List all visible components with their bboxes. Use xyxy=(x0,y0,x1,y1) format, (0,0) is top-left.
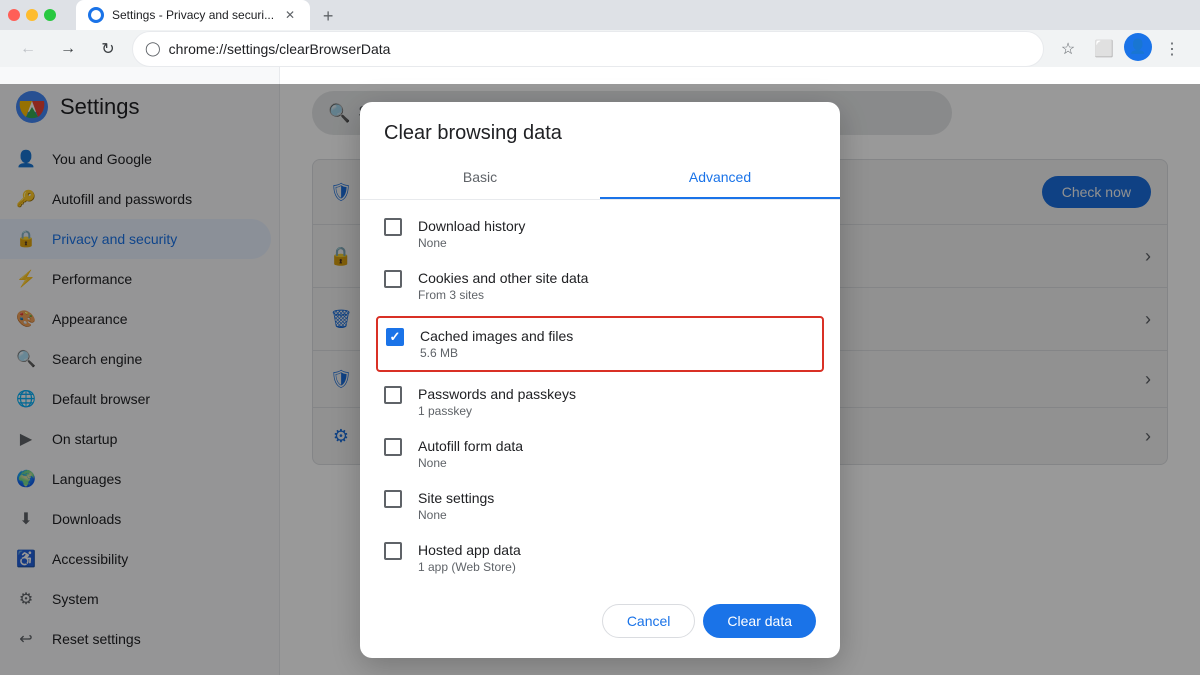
checkbox-row-cookies[interactable]: Cookies and other site data From 3 sites xyxy=(360,260,840,312)
checkbox-desc-site-settings: None xyxy=(418,508,816,522)
tab-close-button[interactable]: ✕ xyxy=(282,7,298,23)
checkbox-row-passwords[interactable]: Passwords and passkeys 1 passkey xyxy=(360,376,840,428)
forward-button[interactable]: → xyxy=(52,33,84,65)
tab-basic[interactable]: Basic xyxy=(360,157,600,199)
checkbox-row-autofill-form[interactable]: Autofill form data None xyxy=(360,428,840,480)
menu-button[interactable]: ⋮ xyxy=(1156,33,1188,65)
checkbox-label-hosted-app: Hosted app data 1 app (Web Store) xyxy=(418,542,816,574)
checkbox-desc-cached-images: 5.6 MB xyxy=(420,346,814,360)
dialog-title: Clear browsing data xyxy=(360,102,840,157)
checkbox-label-cached-images: Cached images and files 5.6 MB xyxy=(420,328,814,360)
active-tab[interactable]: Settings - Privacy and securi... ✕ xyxy=(76,0,310,30)
extensions-button[interactable]: ⬜ xyxy=(1088,33,1120,65)
clear-data-button[interactable]: Clear data xyxy=(703,604,816,638)
modal-overlay[interactable]: Clear browsing data Basic Advanced Downl… xyxy=(0,84,1200,675)
checkbox-label-cookies: Cookies and other site data From 3 sites xyxy=(418,270,816,302)
back-button[interactable]: ← xyxy=(12,33,44,65)
dialog-footer: Cancel Clear data xyxy=(360,592,840,658)
checkbox-label-passwords: Passwords and passkeys 1 passkey xyxy=(418,386,816,418)
checkbox-download-history[interactable] xyxy=(384,218,402,236)
checkbox-label-site-settings: Site settings None xyxy=(418,490,816,522)
checkbox-title-cookies: Cookies and other site data xyxy=(418,270,816,286)
checkbox-row-hosted-app[interactable]: Hosted app data 1 app (Web Store) xyxy=(360,532,840,584)
checkbox-desc-autofill-form: None xyxy=(418,456,816,470)
tab-advanced[interactable]: Advanced xyxy=(600,157,840,199)
checkbox-title-hosted-app: Hosted app data xyxy=(418,542,816,558)
tab-bar: Settings - Privacy and securi... ✕ + xyxy=(68,0,350,30)
checkbox-passwords[interactable] xyxy=(384,386,402,404)
checkbox-desc-download-history: None xyxy=(418,236,816,250)
tab-favicon xyxy=(88,7,104,23)
traffic-lights xyxy=(8,9,56,21)
tab-title: Settings - Privacy and securi... xyxy=(112,8,274,22)
checkbox-row-site-settings[interactable]: Site settings None xyxy=(360,480,840,532)
dialog-tabs: Basic Advanced xyxy=(360,157,840,200)
maximize-window-button[interactable] xyxy=(44,9,56,21)
checkbox-title-site-settings: Site settings xyxy=(418,490,816,506)
checkbox-cookies[interactable] xyxy=(384,270,402,288)
checkbox-desc-passwords: 1 passkey xyxy=(418,404,816,418)
bookmark-button[interactable]: ☆ xyxy=(1052,33,1084,65)
title-bar: Settings - Privacy and securi... ✕ + xyxy=(0,0,1200,30)
toolbar-actions: ☆ ⬜ 👤 ⋮ xyxy=(1052,33,1188,65)
checkbox-cached-images[interactable]: ✓ xyxy=(386,328,404,346)
chrome-brand-label: chrome://settings/clearBrowserData xyxy=(169,41,1031,57)
checkbox-row-download-history[interactable]: Download history None xyxy=(360,208,840,260)
address-bar[interactable]: ◯ chrome://settings/clearBrowserData xyxy=(132,31,1044,67)
checkbox-label-download-history: Download history None xyxy=(418,218,816,250)
checkbox-title-cached-images: Cached images and files xyxy=(420,328,814,344)
browser-frame: Settings - Privacy and securi... ✕ + ← →… xyxy=(0,0,1200,675)
checkbox-title-passwords: Passwords and passkeys xyxy=(418,386,816,402)
reload-button[interactable]: ↻ xyxy=(92,33,124,65)
new-tab-button[interactable]: + xyxy=(314,2,342,30)
toolbar: ← → ↻ ◯ chrome://settings/clearBrowserDa… xyxy=(0,30,1200,67)
checkbox-title-download-history: Download history xyxy=(418,218,816,234)
checkbox-site-settings[interactable] xyxy=(384,490,402,508)
profile-button[interactable]: 👤 xyxy=(1124,33,1152,61)
checkbox-row-cached-images[interactable]: ✓ Cached images and files 5.6 MB xyxy=(376,316,824,372)
checkbox-autofill-form[interactable] xyxy=(384,438,402,456)
chrome-logo-icon: ◯ xyxy=(145,40,161,57)
close-window-button[interactable] xyxy=(8,9,20,21)
checkbox-desc-cookies: From 3 sites xyxy=(418,288,816,302)
cancel-button[interactable]: Cancel xyxy=(602,604,696,638)
checkbox-desc-hosted-app: 1 app (Web Store) xyxy=(418,560,816,574)
clear-browsing-dialog: Clear browsing data Basic Advanced Downl… xyxy=(360,102,840,658)
minimize-window-button[interactable] xyxy=(26,9,38,21)
checkbox-hosted-app[interactable] xyxy=(384,542,402,560)
dialog-content: Download history None Cookies and other … xyxy=(360,200,840,592)
checkbox-title-autofill-form: Autofill form data xyxy=(418,438,816,454)
checkbox-label-autofill-form: Autofill form data None xyxy=(418,438,816,470)
